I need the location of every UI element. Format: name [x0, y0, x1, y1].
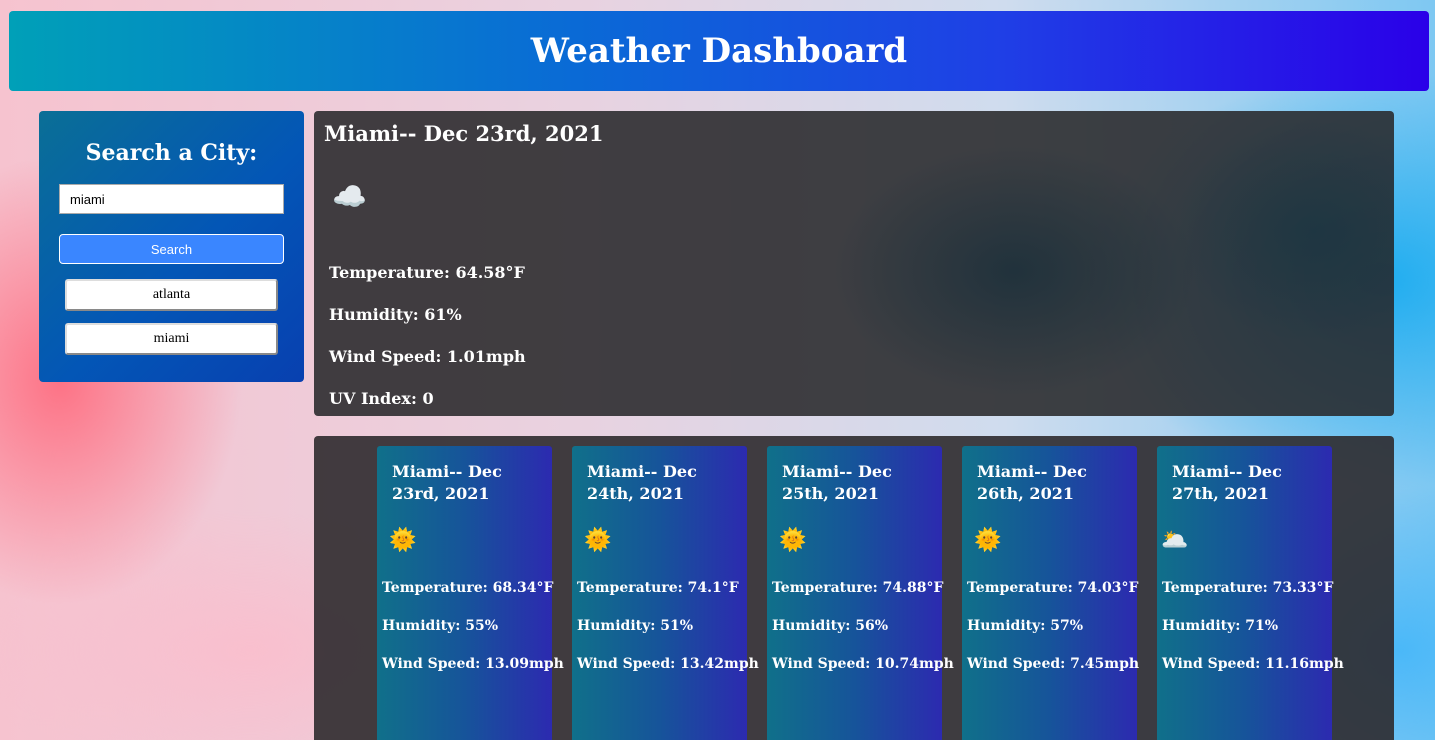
sun-icon: 🌞	[389, 528, 417, 553]
current-wind-speed: Wind Speed: 1.01mph	[329, 347, 526, 366]
forecast-card: Miami-- Dec 24th, 2021 🌞 Temperature: 74…	[572, 446, 759, 740]
cloud-icon: 🌥️	[1161, 528, 1189, 553]
forecast-humidity: Humidity: 55%	[382, 618, 499, 634]
city-search-input[interactable]	[59, 184, 284, 214]
forecast-humidity: Humidity: 71%	[1162, 618, 1279, 634]
sun-icon: 🌞	[584, 528, 612, 553]
forecast-wind-speed: Wind Speed: 11.16mph	[1162, 656, 1344, 672]
forecast-date: Miami-- Dec 24th, 2021	[587, 462, 697, 503]
current-weather-panel: Miami-- Dec 23rd, 2021 ☁️ Temperature: 6…	[314, 111, 1394, 416]
forecast-humidity: Humidity: 51%	[577, 618, 694, 634]
search-heading: Search a City:	[85, 140, 258, 166]
sun-icon: 🌞	[779, 528, 807, 553]
forecast-temperature: Temperature: 74.1°F	[577, 580, 739, 596]
forecast-wind-speed: Wind Speed: 10.74mph	[772, 656, 954, 672]
current-temperature: Temperature: 64.58°F	[329, 263, 525, 282]
forecast-date: Miami-- Dec 27th, 2021	[1172, 462, 1282, 503]
forecast-humidity: Humidity: 56%	[772, 618, 889, 634]
page-title: Weather Dashboard	[530, 31, 908, 71]
history-button-atlanta[interactable]: atlanta	[65, 279, 278, 311]
cloud-moon-icon: ☁️	[332, 180, 367, 213]
current-humidity: Humidity: 61%	[329, 305, 462, 324]
forecast-temperature: Temperature: 74.88°F	[772, 580, 944, 596]
forecast-date: Miami-- Dec 26th, 2021	[977, 462, 1087, 503]
forecast-panel: Miami-- Dec 23rd, 2021 🌞 Temperature: 68…	[314, 436, 1394, 740]
current-weather-title: Miami-- Dec 23rd, 2021	[324, 121, 604, 146]
forecast-card: Miami-- Dec 27th, 2021 🌥️ Temperature: 7…	[1157, 446, 1344, 740]
forecast-card: Miami-- Dec 25th, 2021 🌞 Temperature: 74…	[767, 446, 954, 740]
current-uv-index: UV Index: 0	[329, 389, 434, 408]
forecast-card: Miami-- Dec 23rd, 2021 🌞 Temperature: 68…	[377, 446, 564, 740]
forecast-wind-speed: Wind Speed: 13.09mph	[382, 656, 564, 672]
app-header: Weather Dashboard	[9, 11, 1429, 91]
forecast-temperature: Temperature: 68.34°F	[382, 580, 554, 596]
history-button-miami[interactable]: miami	[65, 323, 278, 355]
forecast-temperature: Temperature: 74.03°F	[967, 580, 1139, 596]
forecast-wind-speed: Wind Speed: 7.45mph	[967, 656, 1140, 672]
forecast-wind-speed: Wind Speed: 13.42mph	[577, 656, 759, 672]
search-button[interactable]: Search	[59, 234, 284, 264]
sun-icon: 🌞	[974, 528, 1002, 553]
forecast-temperature: Temperature: 73.33°F	[1162, 580, 1334, 596]
forecast-date: Miami-- Dec 25th, 2021	[782, 462, 892, 503]
forecast-humidity: Humidity: 57%	[967, 618, 1084, 634]
forecast-date: Miami-- Dec 23rd, 2021	[392, 462, 502, 503]
search-panel: Search a City: Search atlanta miami	[39, 111, 304, 382]
forecast-card: Miami-- Dec 26th, 2021 🌞 Temperature: 74…	[962, 446, 1140, 740]
